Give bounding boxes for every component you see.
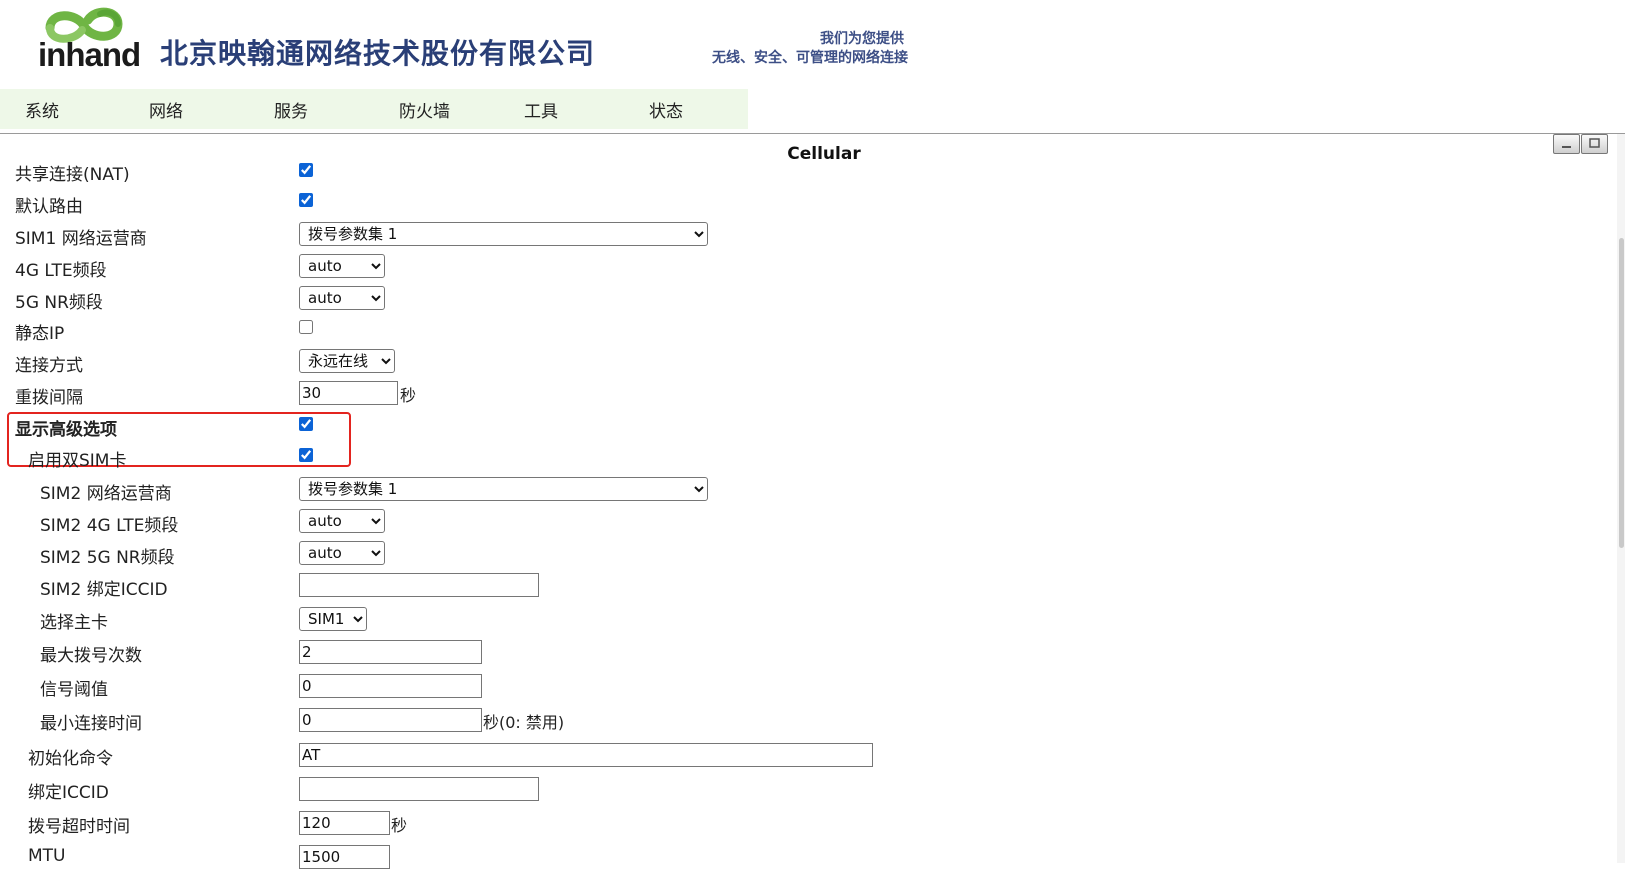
header-divider bbox=[0, 133, 1625, 134]
nav-item-status[interactable]: 状态 bbox=[649, 97, 683, 122]
signal-threshold-input[interactable] bbox=[299, 674, 482, 698]
dual-sim-label: 启用双SIM卡 bbox=[28, 451, 127, 471]
slogan: 我们为您提供 无线、安全、可管理的网络连接 bbox=[668, 30, 908, 68]
redial-interval-input[interactable] bbox=[299, 381, 398, 405]
conn-mode-select[interactable]: 永远在线 bbox=[299, 349, 395, 373]
maximize-button[interactable] bbox=[1581, 134, 1608, 154]
nr-band-label: 5G NR频段 bbox=[15, 293, 103, 313]
nat-checkbox[interactable] bbox=[299, 163, 313, 177]
sim2-nr-label: SIM2 5G NR频段 bbox=[40, 548, 175, 568]
scrollbar-thumb[interactable] bbox=[1619, 238, 1624, 548]
nat-label: 共享连接(NAT) bbox=[15, 165, 130, 185]
conn-mode-label: 连接方式 bbox=[15, 356, 83, 376]
main-card-label: 选择主卡 bbox=[40, 613, 108, 633]
redial-interval-label: 重拨间隔 bbox=[15, 388, 83, 408]
minimize-icon bbox=[1562, 146, 1571, 148]
page-title: Cellular bbox=[787, 144, 861, 164]
dual-sim-checkbox[interactable] bbox=[299, 448, 313, 462]
maximize-icon bbox=[1589, 138, 1600, 148]
advanced-options-label: 显示高级选项 bbox=[15, 420, 117, 440]
max-dial-input[interactable] bbox=[299, 640, 482, 664]
nav-item-services[interactable]: 服务 bbox=[274, 97, 308, 122]
dial-timeout-label: 拨号超时时间 bbox=[28, 817, 130, 837]
redial-interval-unit: 秒 bbox=[400, 386, 417, 405]
signal-threshold-label: 信号阈值 bbox=[40, 680, 108, 700]
slogan-line-1: 我们为您提供 bbox=[820, 31, 904, 47]
sim2-lte-select[interactable]: auto bbox=[299, 509, 385, 533]
sim2-iccid-input[interactable] bbox=[299, 573, 539, 597]
default-route-label: 默认路由 bbox=[15, 197, 83, 217]
company-name: 北京映翰通网络技术股份有限公司 bbox=[160, 37, 596, 70]
lte-band-select[interactable]: auto bbox=[299, 254, 385, 278]
init-cmd-input[interactable] bbox=[299, 743, 873, 767]
nav-item-network[interactable]: 网络 bbox=[149, 97, 183, 122]
bind-iccid-label: 绑定ICCID bbox=[28, 783, 109, 803]
sim2-lte-label: SIM2 4G LTE频段 bbox=[40, 516, 179, 536]
minimize-button[interactable] bbox=[1553, 134, 1580, 154]
mtu-label: MTU bbox=[28, 846, 66, 866]
logo-text: inhand bbox=[38, 36, 141, 73]
nav-item-system[interactable]: 系统 bbox=[25, 97, 59, 122]
sim1-carrier-select[interactable]: 拨号参数集 1 bbox=[299, 222, 708, 246]
header: inhand 北京映翰通网络技术股份有限公司 我们为您提供 无线、安全、可管理的… bbox=[0, 0, 1625, 88]
window-controls bbox=[1553, 134, 1609, 154]
default-route-checkbox[interactable] bbox=[299, 193, 313, 207]
sim2-carrier-label: SIM2 网络运营商 bbox=[40, 484, 172, 504]
sim1-carrier-label: SIM1 网络运营商 bbox=[15, 229, 147, 249]
advanced-options-checkbox[interactable] bbox=[299, 417, 313, 431]
min-conn-time-unit: 秒(0: 禁用) bbox=[483, 713, 565, 732]
lte-band-label: 4G LTE频段 bbox=[15, 261, 107, 281]
min-conn-time-input[interactable] bbox=[299, 708, 482, 732]
slogan-line-2: 无线、安全、可管理的网络连接 bbox=[712, 50, 908, 66]
nav-item-tools[interactable]: 工具 bbox=[524, 97, 558, 122]
init-cmd-label: 初始化命令 bbox=[28, 749, 113, 769]
main-nav: 系统 网络 服务 防火墙 工具 状态 bbox=[0, 89, 748, 129]
dial-timeout-input[interactable] bbox=[299, 811, 390, 835]
main-card-select[interactable]: SIM1 bbox=[299, 607, 367, 631]
nr-band-select[interactable]: auto bbox=[299, 286, 385, 310]
bind-iccid-input[interactable] bbox=[299, 777, 539, 801]
static-ip-checkbox[interactable] bbox=[299, 320, 313, 334]
min-conn-time-label: 最小连接时间 bbox=[40, 714, 142, 734]
static-ip-label: 静态IP bbox=[15, 324, 65, 344]
nav-item-firewall[interactable]: 防火墙 bbox=[399, 97, 450, 122]
sim2-nr-select[interactable]: auto bbox=[299, 541, 385, 565]
max-dial-label: 最大拨号次数 bbox=[40, 646, 142, 666]
dial-timeout-unit: 秒 bbox=[391, 816, 408, 835]
mtu-input[interactable] bbox=[299, 845, 390, 869]
sim2-iccid-label: SIM2 绑定ICCID bbox=[40, 580, 168, 600]
sim2-carrier-select[interactable]: 拨号参数集 1 bbox=[299, 477, 708, 501]
